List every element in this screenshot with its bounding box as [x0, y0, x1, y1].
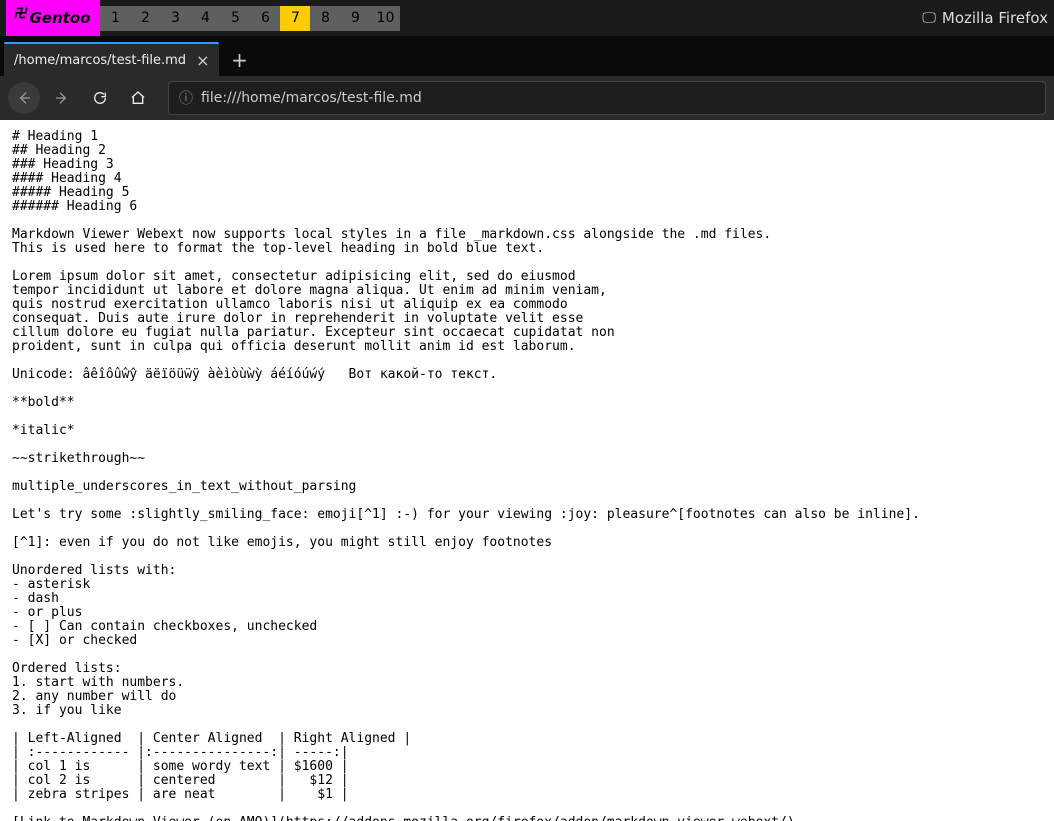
reload-button[interactable] — [84, 82, 116, 114]
close-icon[interactable]: × — [196, 51, 209, 70]
arrow-left-icon — [16, 90, 32, 106]
workspace-1[interactable]: 1 — [100, 6, 130, 31]
tab-bar: /home/marcos/test-file.md × + — [0, 36, 1054, 76]
home-button[interactable] — [122, 82, 154, 114]
wm-right: 🖵 Mozilla Firefox — [922, 9, 1048, 27]
browser-chrome: /home/marcos/test-file.md × + ⓘ file:///… — [0, 36, 1054, 120]
wm-bar: ࿖ Gentoo 12345678910 🖵 Mozilla Firefox — [0, 0, 1054, 36]
forward-button[interactable] — [46, 82, 78, 114]
workspace-8[interactable]: 8 — [310, 6, 340, 31]
workspace-4[interactable]: 4 — [190, 6, 220, 31]
reload-icon — [92, 90, 108, 106]
workspace-7[interactable]: 7 — [280, 6, 310, 31]
new-tab-button[interactable]: + — [223, 44, 255, 76]
workspace-3[interactable]: 3 — [160, 6, 190, 31]
workspace-9[interactable]: 9 — [340, 6, 370, 31]
back-button[interactable] — [8, 82, 40, 114]
url-bar[interactable]: ⓘ file:///home/marcos/test-file.md — [168, 81, 1046, 115]
tab-title: /home/marcos/test-file.md — [14, 53, 186, 68]
wm-active-window-title: Mozilla Firefox — [942, 9, 1048, 27]
workspace-10[interactable]: 10 — [370, 6, 400, 31]
file-text: # Heading 1 ## Heading 2 ### Heading 3 #… — [0, 120, 1054, 821]
nav-toolbar: ⓘ file:///home/marcos/test-file.md — [0, 76, 1054, 120]
workspace-2[interactable]: 2 — [130, 6, 160, 31]
arrow-right-icon — [54, 90, 70, 106]
wm-distro-label: Gentoo — [30, 9, 91, 27]
browser-tab[interactable]: /home/marcos/test-file.md × — [4, 42, 219, 76]
workspace-list: 12345678910 — [100, 6, 400, 31]
workspace-5[interactable]: 5 — [220, 6, 250, 31]
gentoo-icon: ࿖ — [14, 0, 26, 39]
workspace-6[interactable]: 6 — [250, 6, 280, 31]
page-content: # Heading 1 ## Heading 2 ### Heading 3 #… — [0, 120, 1054, 821]
url-text: file:///home/marcos/test-file.md — [201, 90, 422, 106]
plus-icon: + — [231, 48, 248, 72]
info-icon[interactable]: ⓘ — [179, 88, 193, 108]
home-icon — [130, 90, 146, 106]
display-icon: 🖵 — [922, 10, 936, 26]
